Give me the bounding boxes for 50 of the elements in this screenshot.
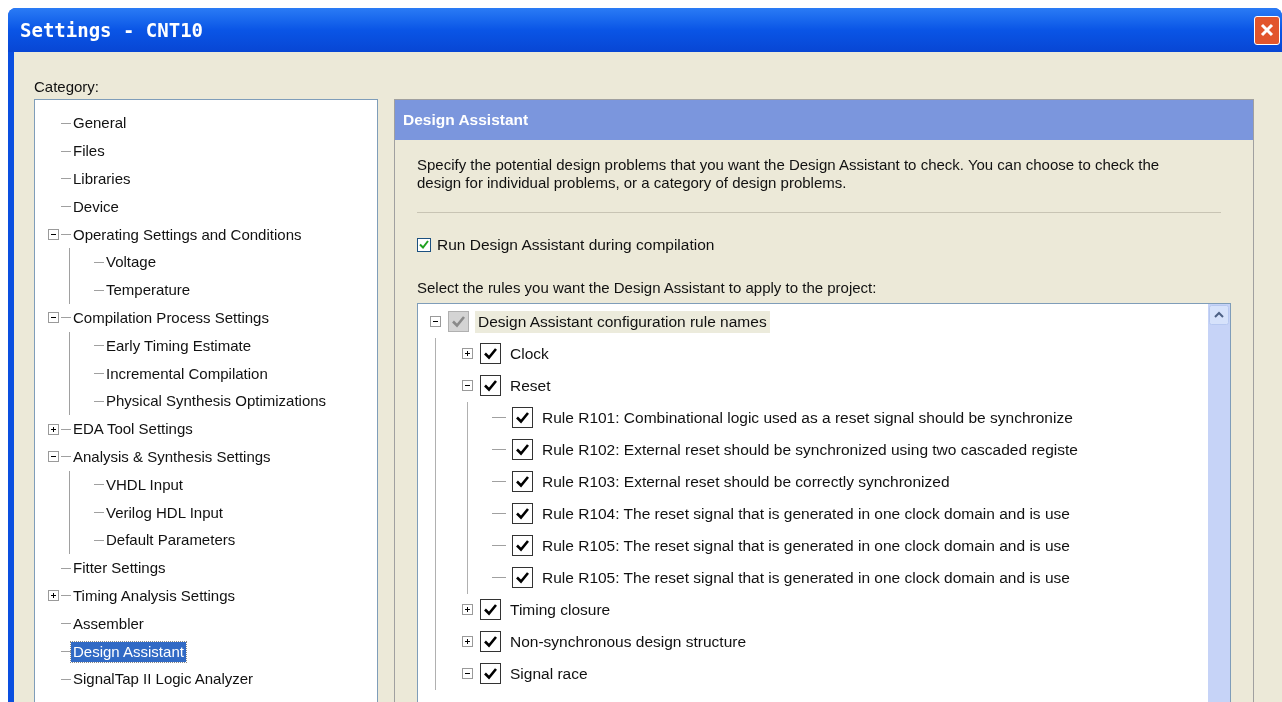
checkmark-icon <box>419 240 429 249</box>
scrollbar[interactable] <box>1208 303 1230 702</box>
category-item[interactable]: Verilog HDL Input <box>104 502 225 523</box>
category-item[interactable]: SignalTap II Logic Analyzer <box>71 669 256 690</box>
close-icon <box>1259 22 1275 38</box>
expand-icon[interactable] <box>47 590 59 602</box>
category-item[interactable]: Early Timing Estimate <box>104 335 254 356</box>
category-item[interactable]: Default Parameters <box>104 530 238 551</box>
collapse-icon[interactable] <box>47 451 59 463</box>
run-checkbox[interactable] <box>417 237 431 252</box>
window-title: Settings - CNT10 <box>20 17 204 43</box>
category-item[interactable]: Device <box>71 196 121 217</box>
category-item[interactable]: Libraries <box>71 169 133 189</box>
category-item[interactable]: Operating Settings and Conditions <box>71 224 304 245</box>
description-text: Specify the potential design problems that you want the Design Assistant to check. You can choose to check the design for individual problems, or a category of design problems. <box>417 155 1161 192</box>
category-item[interactable]: Analysis & Synthesis Settings <box>71 446 273 467</box>
checkmark-icon <box>515 411 530 424</box>
category-item[interactable]: Voltage <box>104 252 159 273</box>
category-label: Category: <box>34 77 101 97</box>
close-button[interactable] <box>1254 15 1280 45</box>
category-item[interactable]: Design Assistant <box>71 641 186 662</box>
category-item[interactable]: Temperature <box>104 280 193 301</box>
category-item[interactable]: EDA Tool Settings <box>71 419 195 440</box>
category-item[interactable]: Physical Synthesis Optimizations <box>104 391 329 412</box>
checkmark-icon <box>515 475 530 488</box>
run-option-label[interactable]: Run Design Assistant during compilation <box>437 232 715 257</box>
checkmark-icon <box>451 315 466 328</box>
category-item[interactable]: Incremental Compilation <box>104 363 270 384</box>
category-item[interactable]: Compilation Process Settings <box>71 307 271 328</box>
category-item[interactable]: Files <box>71 141 107 162</box>
panel-title: Design Assistant <box>403 109 529 130</box>
checkmark-icon <box>515 539 530 552</box>
rules-label: Select the rules you want the Design Assistant to apply to the project: <box>417 277 878 298</box>
collapse-icon[interactable] <box>47 312 59 324</box>
checkmark-icon <box>515 571 530 584</box>
expand-icon[interactable] <box>47 423 59 435</box>
checkmark-icon <box>515 507 530 520</box>
category-item[interactable]: General <box>71 113 129 134</box>
scroll-up-icon[interactable] <box>1209 304 1229 325</box>
category-item[interactable]: Timing Analysis Settings <box>71 585 237 606</box>
checkmark-icon <box>483 379 498 392</box>
checkmark-icon <box>483 347 498 360</box>
category-item[interactable]: Assembler <box>71 613 146 634</box>
category-item[interactable]: Fitter Settings <box>71 558 168 579</box>
collapse-icon[interactable] <box>47 229 59 241</box>
category-item[interactable]: VHDL Input <box>104 474 185 495</box>
checkmark-icon <box>483 667 498 680</box>
checkmark-icon <box>483 635 498 648</box>
checkmark-icon <box>483 603 498 616</box>
checkmark-icon <box>515 443 530 456</box>
